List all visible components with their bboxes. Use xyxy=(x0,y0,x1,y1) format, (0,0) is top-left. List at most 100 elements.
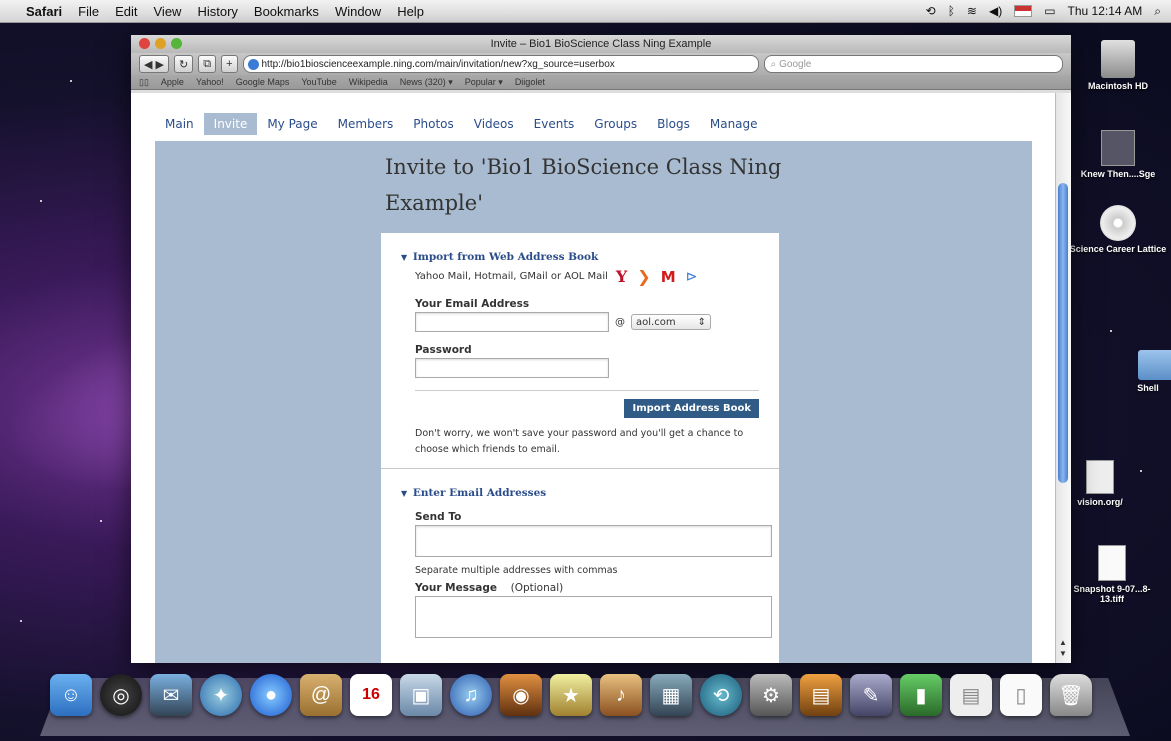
menu-view[interactable]: View xyxy=(154,4,182,19)
disclosure-triangle-icon: ▼ xyxy=(401,252,408,262)
tab-manage[interactable]: Manage xyxy=(700,113,768,135)
safari-icon[interactable]: ✦ xyxy=(200,674,242,716)
menu-edit[interactable]: Edit xyxy=(115,4,137,19)
import-section: ▼ Import from Web Address Book Yahoo Mai… xyxy=(381,233,779,458)
scroll-thumb[interactable] xyxy=(1058,183,1068,483)
reload-button[interactable]: ↻ xyxy=(173,55,194,73)
search-field[interactable]: ⌕ Google xyxy=(763,55,1063,73)
bookmark-item[interactable]: Apple xyxy=(161,77,184,87)
finder-icon[interactable]: ☺ xyxy=(50,674,92,716)
mail-icon[interactable]: ✉ xyxy=(150,674,192,716)
spotlight-icon[interactable]: ⌕ xyxy=(1154,4,1161,19)
address-bar[interactable]: http://bio1bioscienceexample.ning.com/ma… xyxy=(242,55,759,73)
downloads-stack-icon[interactable]: ▯ xyxy=(1000,674,1042,716)
url-text: http://bio1bioscienceexample.ning.com/ma… xyxy=(261,58,615,70)
message-label-row: Your Message (Optional) xyxy=(415,582,759,594)
bookmark-item[interactable]: YouTube xyxy=(301,77,336,87)
garageband-icon[interactable]: ♪ xyxy=(600,674,642,716)
import-heading[interactable]: ▼ Import from Web Address Book xyxy=(401,251,759,263)
add-bookmark-button[interactable]: + xyxy=(221,55,238,73)
vertical-scrollbar[interactable]: ▲ ▼ xyxy=(1055,93,1071,663)
menu-safari[interactable]: Safari xyxy=(26,4,62,19)
bookmark-item[interactable]: Wikipedia xyxy=(349,77,388,87)
time-machine-icon[interactable]: ⟲ xyxy=(926,4,936,18)
enter-heading[interactable]: ▼ Enter Email Addresses xyxy=(401,487,759,499)
numbers-icon[interactable]: ▮ xyxy=(900,674,942,716)
password-field[interactable] xyxy=(415,358,609,378)
menu-file[interactable]: File xyxy=(78,4,99,19)
import-address-book-button[interactable]: Import Address Book xyxy=(624,399,759,418)
providers-row: Yahoo Mail, Hotmail, GMail or AOL Mail Y… xyxy=(415,267,759,286)
input-flag-icon[interactable] xyxy=(1014,5,1033,17)
bookmarks-icon[interactable]: ▯▯ xyxy=(139,77,149,88)
hotmail-icon: ❯ xyxy=(637,267,651,286)
bluetooth-icon[interactable]: ᛒ xyxy=(948,4,955,18)
back-button[interactable]: ◀ ▶ xyxy=(139,55,169,73)
clock[interactable]: Thu 12:14 AM xyxy=(1068,4,1143,18)
desktop-icon-hd[interactable]: Macintosh HD xyxy=(1068,40,1168,91)
tab-photos[interactable]: Photos xyxy=(403,113,463,135)
spaces-icon[interactable]: ▦ xyxy=(650,674,692,716)
imovie-icon[interactable]: ★ xyxy=(550,674,592,716)
menu-help[interactable]: Help xyxy=(397,4,424,19)
menu-bookmarks[interactable]: Bookmarks xyxy=(254,4,319,19)
trash-icon[interactable]: 🗑 xyxy=(1050,674,1092,716)
ical-icon[interactable]: 16 xyxy=(350,674,392,716)
iphoto-icon[interactable]: ▣ xyxy=(400,674,442,716)
tab-my-page[interactable]: My Page xyxy=(257,113,327,135)
tab-blogs[interactable]: Blogs xyxy=(647,113,700,135)
minimize-icon[interactable] xyxy=(155,38,166,49)
bookmark-item[interactable]: Yahoo! xyxy=(196,77,224,87)
search-placeholder: Google xyxy=(779,58,812,70)
desktop-icon-shell[interactable]: Shell xyxy=(1068,350,1171,393)
menu-history[interactable]: History xyxy=(197,4,237,19)
pages-icon[interactable]: ✎ xyxy=(850,674,892,716)
photo-booth-icon[interactable]: ◉ xyxy=(500,674,542,716)
message-field[interactable] xyxy=(415,596,772,638)
keynote-icon[interactable]: ▤ xyxy=(800,674,842,716)
star xyxy=(1110,330,1112,332)
bookmark-item[interactable]: Popular ▾ xyxy=(465,77,503,88)
image-file-icon xyxy=(1101,130,1135,166)
close-icon[interactable] xyxy=(139,38,150,49)
document-stack-icon[interactable]: ▤ xyxy=(950,674,992,716)
wifi-icon[interactable]: ≋ xyxy=(967,4,977,18)
site-nav: Main Invite My Page Members Photos Video… xyxy=(155,113,768,135)
aol-icon: ⊳ xyxy=(685,268,698,285)
tab-invite[interactable]: Invite xyxy=(203,113,258,135)
address-book-icon[interactable]: @ xyxy=(300,674,342,716)
tab-events[interactable]: Events xyxy=(524,113,585,135)
desktop-icon-snapshot[interactable]: Snapshot 9-07...8-13.tiff xyxy=(1062,545,1162,604)
title-bar: Invite – Bio1 BioScience Class Ning Exam… xyxy=(131,35,1071,53)
provider-icons: Y ❯ M ⊳ xyxy=(616,267,698,286)
tab-members[interactable]: Members xyxy=(328,113,404,135)
menu-window[interactable]: Window xyxy=(335,4,381,19)
snapback-icon[interactable]: ⧉ xyxy=(198,55,217,73)
tab-groups[interactable]: Groups xyxy=(584,113,647,135)
dashboard-icon[interactable]: ◎ xyxy=(100,674,142,716)
email-field[interactable] xyxy=(415,312,609,332)
window-title: Invite – Bio1 BioScience Class Ning Exam… xyxy=(490,38,712,50)
tab-videos[interactable]: Videos xyxy=(464,113,524,135)
volume-icon[interactable]: ◀) xyxy=(989,4,1002,18)
battery-icon[interactable]: ▭ xyxy=(1044,4,1055,18)
import-body: Yahoo Mail, Hotmail, GMail or AOL Mail Y… xyxy=(401,267,759,458)
desktop-icon-science[interactable]: Science Career Lattice xyxy=(1068,205,1168,254)
bookmark-item[interactable]: Google Maps xyxy=(236,77,290,87)
system-preferences-icon[interactable]: ⚙ xyxy=(750,674,792,716)
itunes-icon[interactable]: ♫ xyxy=(450,674,492,716)
desktop-icon-label: vision.org/ xyxy=(1077,497,1123,507)
star xyxy=(40,200,42,202)
send-to-field[interactable] xyxy=(415,525,772,557)
desktop-icon-knew[interactable]: Knew Then....Sge xyxy=(1068,130,1168,179)
scroll-down-icon[interactable]: ▼ xyxy=(1058,649,1068,659)
bookmark-item[interactable]: News (320) ▾ xyxy=(400,77,453,88)
scroll-up-icon[interactable]: ▲ xyxy=(1058,638,1068,648)
zoom-icon[interactable] xyxy=(171,38,182,49)
gmail-icon: M xyxy=(660,267,676,286)
time-machine-dock-icon[interactable]: ⟲ xyxy=(700,674,742,716)
domain-select[interactable]: aol.com ⇕ xyxy=(631,314,711,330)
ichat-icon[interactable]: ● xyxy=(250,674,292,716)
bookmark-item[interactable]: Diigolet xyxy=(515,77,545,87)
tab-main[interactable]: Main xyxy=(155,113,204,135)
